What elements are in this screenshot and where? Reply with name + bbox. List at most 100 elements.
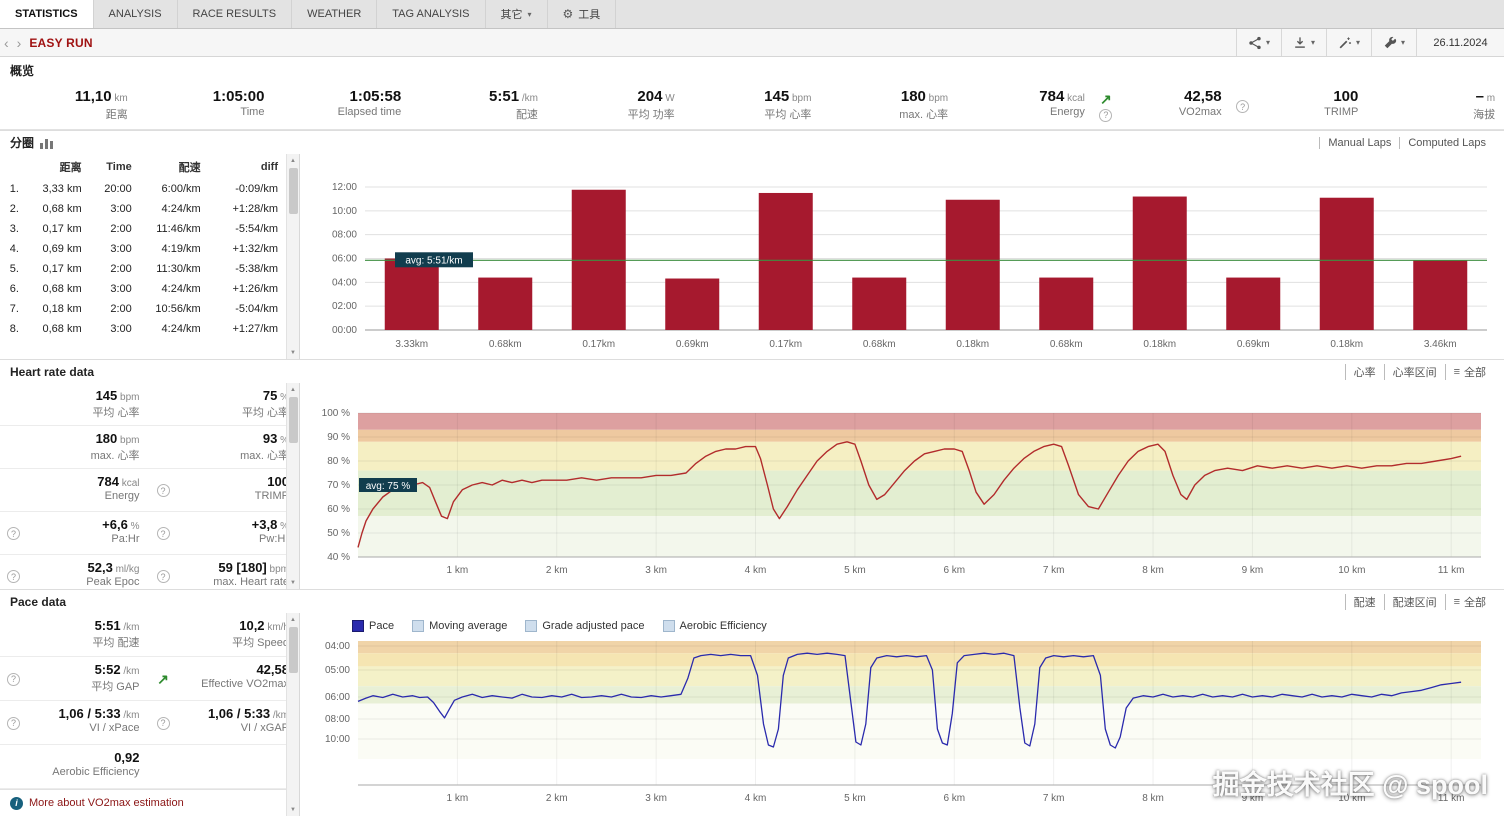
svg-text:04:00: 04:00 [332, 277, 357, 288]
table-row[interactable]: 2. 0,68 km 3:00 4:24/km +1:28/km [0, 199, 282, 219]
stat-label: Pw:Hr [259, 533, 289, 545]
pace-tab-配速区间[interactable]: 配速区间 [1383, 593, 1445, 610]
scrollbar[interactable]: ▲ ▼ [286, 613, 299, 816]
chevron-down-icon: ▾ [1355, 38, 1360, 47]
nav-tab-其它[interactable]: 其它 ▾ [486, 0, 548, 28]
scrollbar[interactable]: ▲ ▼ [286, 154, 299, 359]
table-row[interactable]: 4. 0,69 km 3:00 4:19/km +1:32/km [0, 239, 282, 259]
legend-item-grade-adjusted-pace[interactable]: Grade adjusted pace [525, 620, 645, 632]
pace-line-chart: 04:00 05:00 06:00 08:00 10:00 1 km 2 km 3 km 4 k… [325, 641, 1481, 804]
back-icon[interactable]: ‹ [0, 29, 13, 56]
pace-legend: Pace Moving average Grade adjusted pace Aer… [300, 613, 1504, 639]
legend-checkbox[interactable] [352, 620, 364, 632]
pace-tab-配速[interactable]: 配速 [1344, 593, 1384, 610]
scroll-up-icon[interactable]: ▲ [287, 383, 299, 396]
stat-main: 784 kcal Energy [961, 88, 1085, 125]
nav-tab-label: 其它 [500, 9, 523, 21]
nav-tab-analysis[interactable]: ANALYSIS [94, 0, 178, 28]
help-icon[interactable]: ? [7, 672, 20, 686]
scroll-up-icon[interactable]: ▲ [287, 613, 299, 626]
top-nav: STATISTICS ANALYSIS RACE RESULTS WEATHER TAG… [0, 0, 1504, 29]
legend-item-pace[interactable]: Pace [352, 620, 394, 632]
stat-max-心率: 180 bpm max. 心率 [820, 83, 957, 129]
stat-max-心率: 180 bpm max. 心率 [0, 426, 150, 469]
pace-tab-全部[interactable]: ≡ 全部 [1444, 593, 1494, 610]
stat-unit: km [111, 93, 128, 104]
svg-text:9 km: 9 km [1242, 565, 1264, 576]
help-icon[interactable]: ? [1099, 108, 1113, 122]
stat-effective-vo2max: ↗ 42,58 Effective VO2max [149, 657, 299, 701]
download-button[interactable]: ▾ [1280, 29, 1326, 56]
legend-item-moving-average[interactable]: Moving average [412, 620, 507, 632]
lap-distance: 3,33 km [42, 183, 82, 195]
laps-tab-computed-laps[interactable]: Computed Laps [1399, 136, 1494, 149]
lap-diff: +1:32/km [232, 243, 278, 255]
help-icon[interactable]: ? [156, 527, 170, 540]
stat-icons: ? [6, 662, 21, 696]
nav-tab-race-results[interactable]: RACE RESULTS [178, 0, 293, 28]
scrollbar-thumb[interactable] [288, 627, 298, 673]
help-icon[interactable]: ? [7, 527, 20, 540]
stat-label: Aerobic Efficiency [52, 766, 140, 778]
share-button[interactable]: ▾ [1235, 29, 1281, 56]
legend-checkbox[interactable] [662, 620, 675, 632]
legend-checkbox[interactable] [412, 620, 425, 632]
legend-item-aerobic-efficiency[interactable]: Aerobic Efficiency [662, 620, 767, 632]
scroll-up-icon[interactable]: ▲ [287, 154, 299, 167]
stat-label: max. 心率 [240, 450, 289, 462]
table-row[interactable]: 1. 3,33 km 20:00 6:00/km -0:09/km [0, 179, 282, 199]
scrollbar[interactable]: ▲ ▼ [286, 383, 299, 589]
lap-pace: 4:24/km [161, 283, 201, 295]
legend-label: Grade adjusted pace [542, 620, 645, 632]
table-row[interactable]: 6. 0,68 km 3:00 4:24/km +1:26/km [0, 279, 282, 299]
scroll-down-icon[interactable]: ▼ [287, 576, 299, 589]
nav-tab-工具[interactable]: ⚙ 工具 [548, 0, 617, 28]
scrollbar-thumb[interactable] [288, 397, 298, 443]
wand-button[interactable]: ▾ [1325, 29, 1371, 56]
wrench-button[interactable]: ▾ [1370, 29, 1416, 56]
help-icon[interactable]: ? [7, 716, 20, 730]
stat-main: – m 海拔 [1371, 88, 1495, 125]
table-row[interactable]: 7. 0,18 km 2:00 10:56/km -5:04/km [0, 299, 282, 319]
nav-tab-statistics[interactable]: STATISTICS [0, 0, 94, 28]
vo2max-link-label: More about VO2max estimation [29, 797, 184, 809]
svg-text:2 km: 2 km [546, 565, 568, 576]
help-icon[interactable]: ? [156, 484, 170, 497]
scroll-down-icon[interactable]: ▼ [287, 803, 299, 816]
heart-tab-全部[interactable]: ≡ 全部 [1444, 363, 1494, 380]
stat-label: Elapsed time [337, 106, 402, 118]
pace-left-grid: 5:51 /km 平均 配速 10,2 km/h 平均 Speed? 5:52 /km 平… [0, 613, 299, 789]
table-row[interactable]: 8. 0,68 km 3:00 4:24/km +1:27/km [0, 319, 282, 339]
overview-heading-label: 概览 [10, 63, 35, 78]
help-icon[interactable]: ? [156, 716, 170, 730]
stat-value: – m [1475, 88, 1496, 105]
scrollbar-thumb[interactable] [288, 168, 298, 214]
nav-tab-tag-analysis[interactable]: TAG ANALYSIS [377, 0, 486, 28]
svg-text:60 %: 60 % [327, 504, 350, 515]
lap-time: 2:00 [110, 263, 132, 275]
mini-chart-icon[interactable] [40, 137, 54, 149]
pace-tab-label: 全部 [1464, 596, 1486, 609]
svg-text:12:00: 12:00 [332, 182, 357, 193]
help-icon[interactable]: ? [7, 570, 20, 583]
legend-checkbox[interactable] [525, 620, 538, 632]
scroll-down-icon[interactable]: ▼ [287, 346, 299, 359]
table-row[interactable]: 5. 0,17 km 2:00 11:30/km -5:38/km [0, 259, 282, 279]
stat-main: 52,3 ml/kg Peak Epoc [21, 560, 139, 589]
svg-text:2 km: 2 km [546, 793, 568, 804]
lap-num: 5. [9, 263, 19, 275]
forward-icon[interactable]: › [13, 29, 26, 56]
table-row[interactable]: 3. 0,17 km 2:00 11:46/km -5:54/km [0, 219, 282, 239]
vo2max-link[interactable]: i More about VO2max estimation [0, 789, 286, 816]
heart-stats-panel: 145 bpm 平均 心率 75 % 平均 心率 180 bpm max. 心率 93 % m… [0, 383, 300, 589]
laps-tab-manual-laps[interactable]: Manual Laps [1319, 136, 1399, 149]
help-icon[interactable]: ? [1236, 100, 1250, 113]
stat-peak-epoc: ? 52,3 ml/kg Peak Epoc [0, 555, 150, 589]
nav-tab-weather[interactable]: WEATHER [292, 0, 378, 28]
stat-value: 784 kcal [1039, 88, 1085, 105]
activity-date[interactable]: 26.11.2024 [1416, 29, 1504, 56]
heart-tab-心率区间[interactable]: 心率区间 [1383, 363, 1445, 380]
help-icon[interactable]: ? [156, 570, 170, 583]
heart-tab-心率[interactable]: 心率 [1344, 363, 1384, 380]
svg-text:0.17km: 0.17km [582, 339, 615, 350]
